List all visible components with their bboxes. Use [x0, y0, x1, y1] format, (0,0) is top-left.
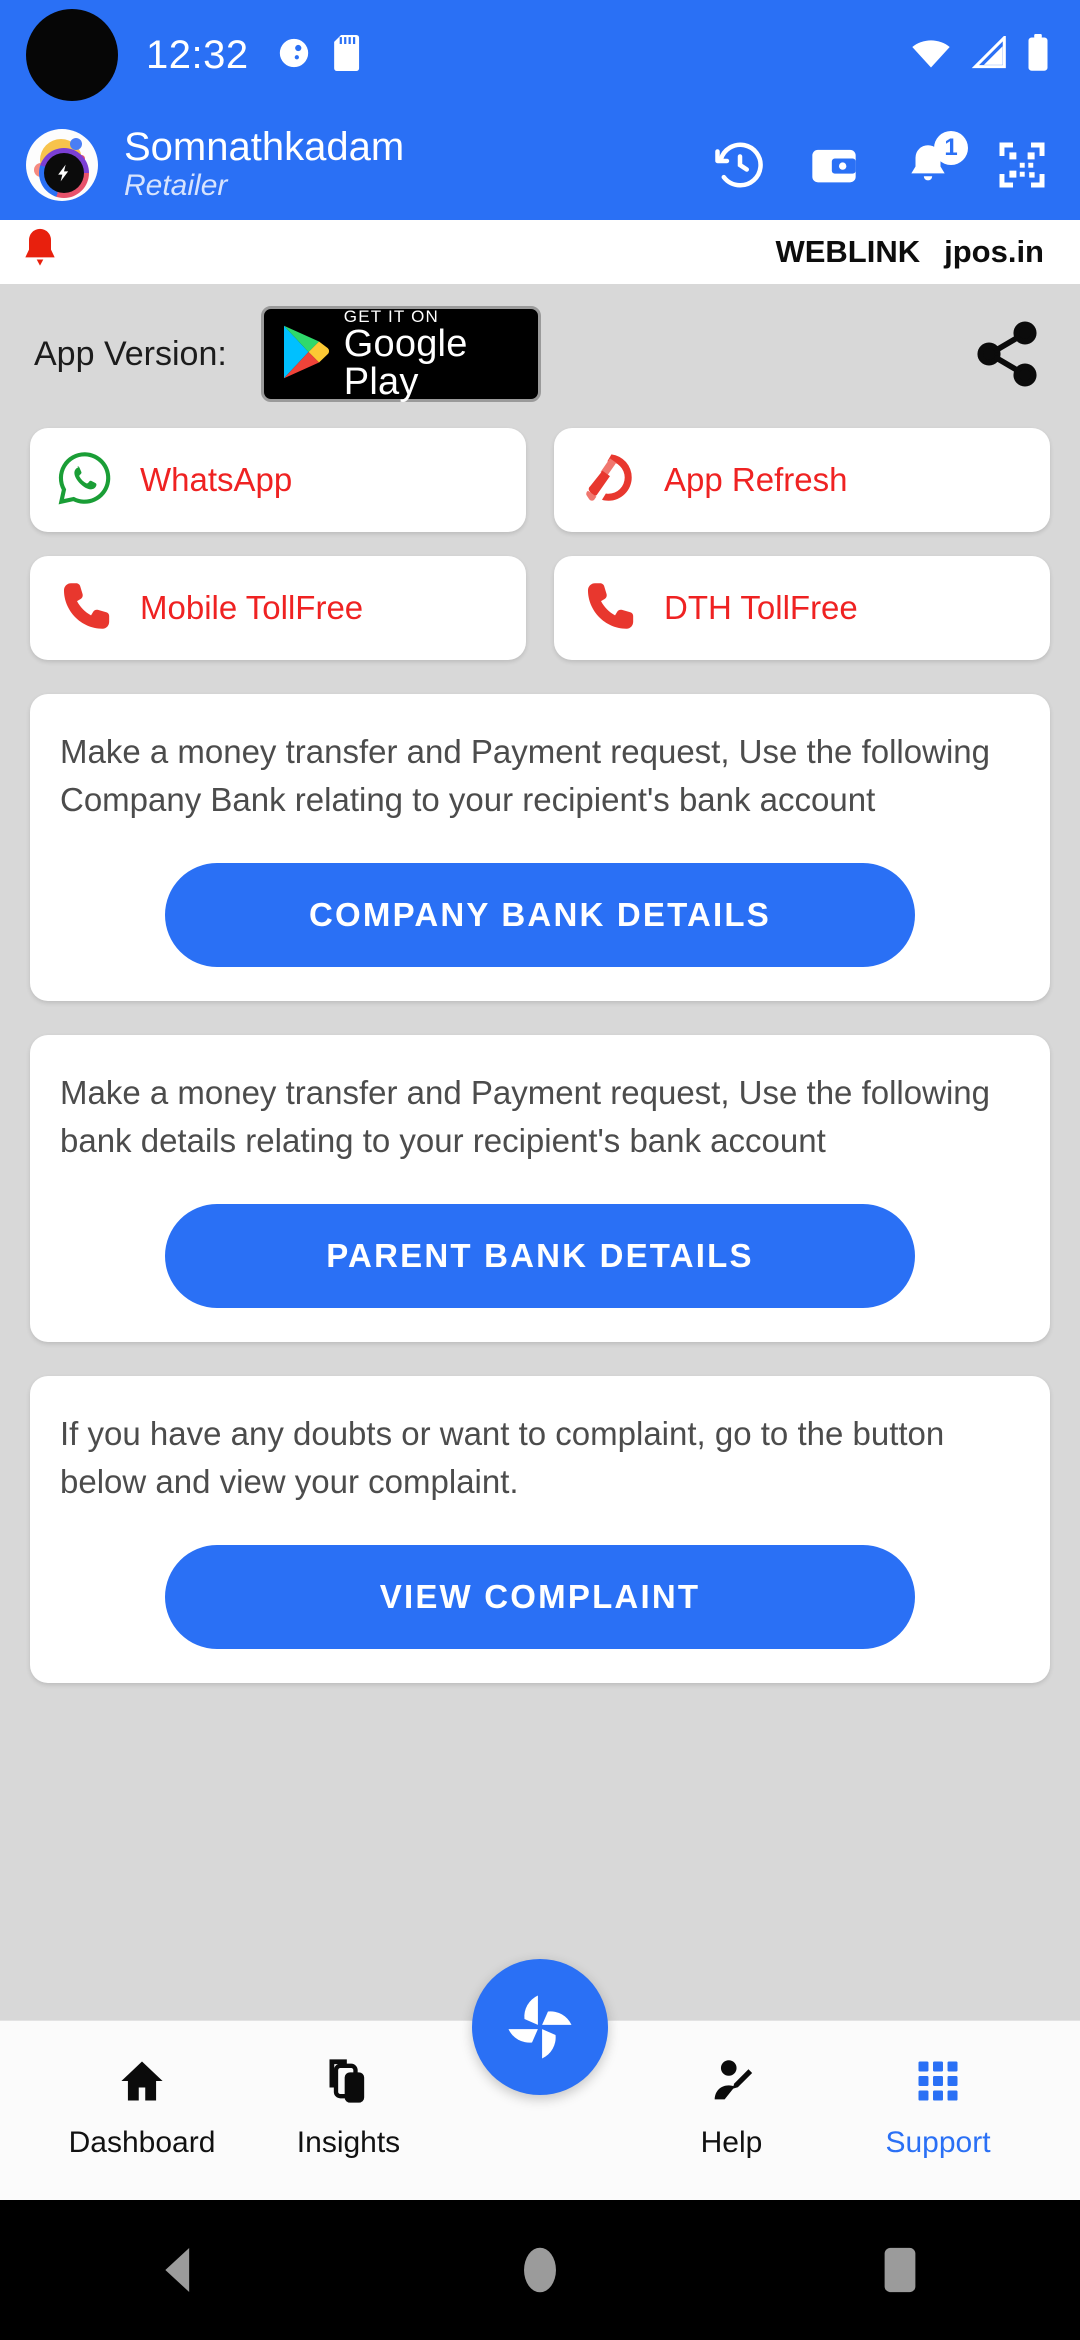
card-description: If you have any doubts or want to compla…	[60, 1415, 945, 1500]
google-play-small-text: GET IT ON	[343, 306, 439, 326]
parent-bank-details-button[interactable]: PARENT BANK DETAILS	[165, 1204, 915, 1309]
notification-bell-icon[interactable]: 1	[900, 131, 968, 193]
qr-scanner-icon[interactable]	[994, 137, 1050, 193]
notification-badge: 1	[934, 131, 968, 165]
account-info: Somnathkadam Retailer	[124, 126, 404, 204]
back-button[interactable]	[120, 2246, 240, 2294]
nav-item-support[interactable]: Support	[848, 2055, 1028, 2160]
phone-icon	[580, 577, 638, 640]
quick-action-label: DTH TollFree	[664, 589, 858, 626]
app-version-label: App Version:	[34, 334, 227, 373]
app-refresh-icon	[580, 449, 638, 512]
battery-icon	[1026, 33, 1050, 77]
wifi-icon	[910, 36, 952, 75]
card-description: Make a money transfer and Payment reques…	[60, 733, 990, 818]
scroll-content: App Version: GET IT ON Google Play Whats…	[0, 284, 1080, 2020]
phone-icon	[56, 577, 114, 640]
wallet-icon[interactable]	[806, 137, 862, 193]
google-play-badge[interactable]: GET IT ON Google Play	[260, 306, 541, 402]
weblink-bar[interactable]: WEBLINK jpos.in	[0, 220, 1080, 284]
status-left-icons	[277, 34, 363, 76]
lightning-bolt-icon	[44, 153, 84, 193]
status-clock: 12:32	[146, 32, 249, 77]
app-logo-avatar[interactable]	[26, 129, 98, 201]
nav-label: Dashboard	[68, 2126, 216, 2159]
quick-action-whatsapp[interactable]: WhatsApp	[30, 428, 526, 532]
home-button[interactable]	[480, 2244, 600, 2296]
account-role: Retailer	[124, 169, 228, 202]
home-icon	[116, 2055, 168, 2112]
grid-apps-icon	[912, 2055, 964, 2112]
avatar-shape-blue	[70, 138, 82, 150]
person-edit-icon	[706, 2055, 758, 2112]
share-icon[interactable]	[968, 315, 1046, 393]
nav-label: Help	[700, 2126, 763, 2159]
company-bank-details-button[interactable]: COMPANY BANK DETAILS	[165, 863, 915, 968]
app-bar: Somnathkadam Retailer 1	[0, 110, 1080, 220]
do-not-disturb-icon	[277, 36, 311, 75]
complaint-card: If you have any doubts or want to compla…	[30, 1376, 1050, 1684]
cellular-signal-icon	[970, 33, 1008, 75]
nav-label: Support	[885, 2126, 991, 2159]
recents-button[interactable]	[840, 2245, 960, 2295]
whatsapp-icon	[56, 449, 114, 512]
google-play-texts: GET IT ON Google Play	[344, 308, 522, 401]
nav-item-dashboard[interactable]: Dashboard	[52, 2055, 232, 2160]
history-icon[interactable]	[712, 137, 768, 193]
quick-action-label: App Refresh	[664, 461, 848, 498]
camera-cutout	[26, 9, 118, 101]
status-right-icons	[910, 0, 1050, 110]
nav-item-insights[interactable]: Insights	[259, 2055, 439, 2160]
quick-actions-grid: WhatsApp App Refresh Mobile TollFree DTH…	[0, 424, 1080, 660]
account-name: Somnathkadam	[124, 125, 405, 169]
weblink-label: WEBLINK	[775, 234, 921, 269]
android-navigation-bar	[0, 2200, 1080, 2340]
weblink-url[interactable]: jpos.in	[944, 234, 1044, 270]
quick-action-dth-tollfree[interactable]: DTH TollFree	[554, 556, 1050, 660]
google-play-big-text: Google Play	[343, 322, 468, 403]
view-complaint-button[interactable]: VIEW COMPLAINT	[165, 1545, 915, 1650]
company-bank-card: Make a money transfer and Payment reques…	[30, 694, 1050, 1002]
pinwheel-icon[interactable]	[472, 1959, 608, 2095]
quick-action-app-refresh[interactable]: App Refresh	[554, 428, 1050, 532]
nav-item-help[interactable]: Help	[642, 2055, 822, 2160]
card-description: Make a money transfer and Payment reques…	[60, 1074, 990, 1159]
app-version-row: App Version: GET IT ON Google Play	[0, 284, 1080, 424]
layers-icon	[323, 2055, 375, 2112]
quick-action-label: WhatsApp	[140, 461, 293, 498]
phone-screen: 12:32 Somnathkadam Retailer 1 WEBLINK jp…	[0, 0, 1080, 2340]
nav-label: Insights	[296, 2126, 401, 2159]
parent-bank-card: Make a money transfer and Payment reques…	[30, 1035, 1050, 1343]
status-bar: 12:32	[0, 0, 1080, 110]
google-play-logo-icon	[280, 324, 330, 385]
sd-card-icon	[333, 34, 363, 76]
bottom-navigation: Dashboard Insights Help Support	[0, 1959, 1080, 2200]
quick-action-mobile-tollfree[interactable]: Mobile TollFree	[30, 556, 526, 660]
bell-icon	[18, 226, 62, 279]
app-bar-actions: 1	[712, 131, 1054, 193]
weblink-text[interactable]: WEBLINK jpos.in	[775, 234, 1044, 270]
quick-action-label: Mobile TollFree	[140, 589, 364, 626]
